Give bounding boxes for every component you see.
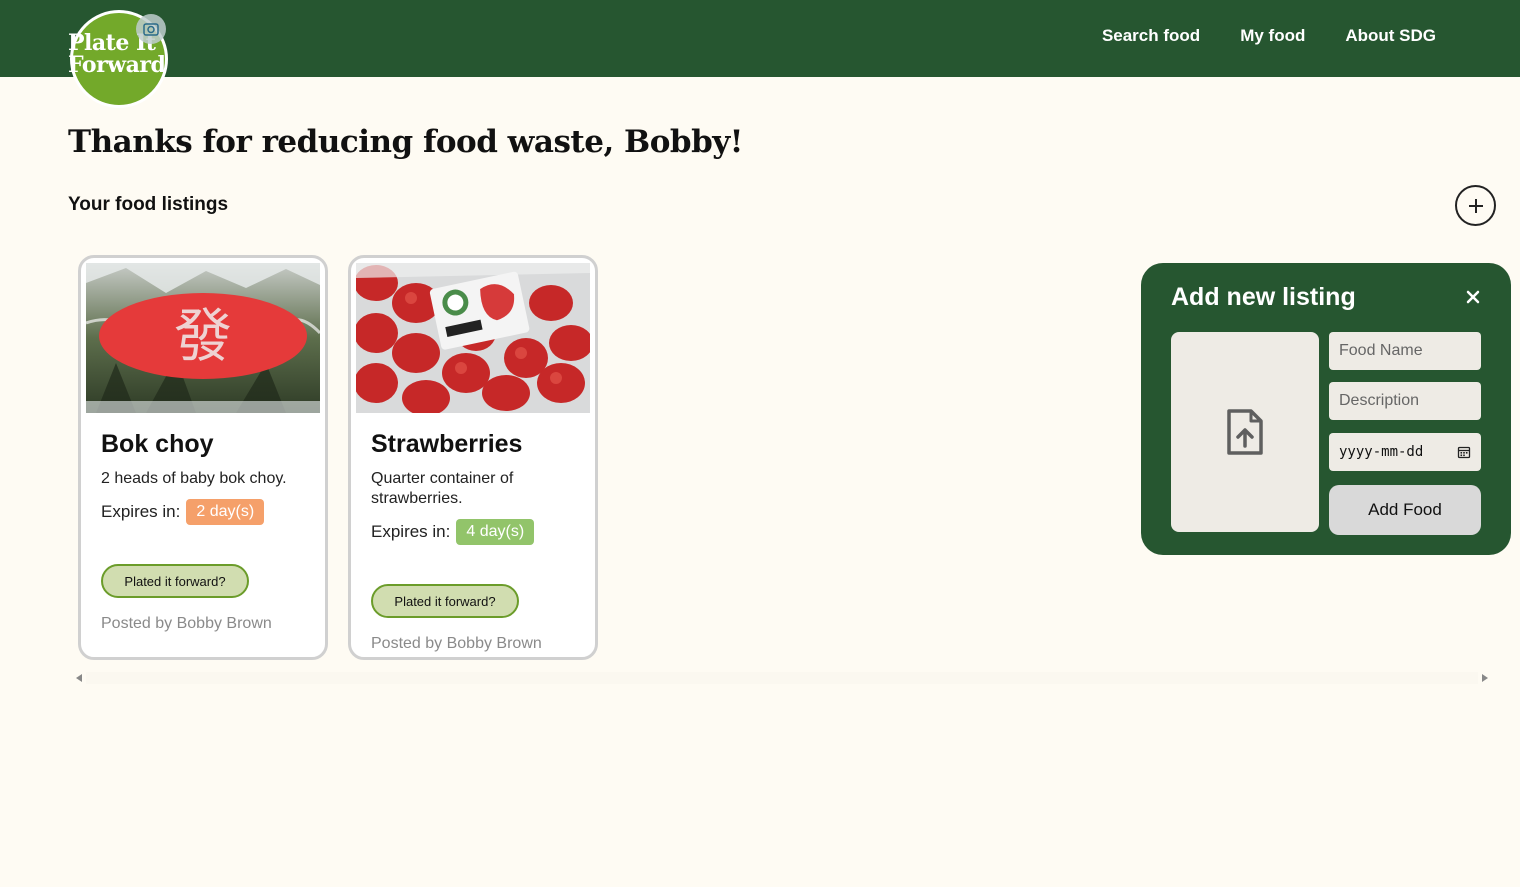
posted-by-text: Posted by Bobby Brown <box>101 615 272 632</box>
listing-title: Bok choy <box>101 430 214 458</box>
add-listing-button[interactable] <box>1455 185 1496 226</box>
scroll-track[interactable] <box>86 672 1478 684</box>
listings-horizontal-scrollbar[interactable] <box>72 671 1492 685</box>
strawberries-photo <box>356 263 590 413</box>
listing-card: Strawberries Quarter container of strawb… <box>348 255 598 660</box>
nav-about-sdg[interactable]: About SDG <box>1345 26 1436 46</box>
listing-title: Strawberries <box>371 430 523 458</box>
expiry-date-input[interactable]: yyyy-mm-dd <box>1329 433 1481 471</box>
plated-it-forward-button[interactable]: Plated it forward? <box>371 584 519 618</box>
file-upload-icon <box>1227 409 1263 455</box>
listing-description: 2 heads of baby bok choy. <box>101 470 287 487</box>
add-food-button[interactable]: Add Food <box>1329 485 1481 535</box>
calendar-icon[interactable] <box>1457 445 1471 459</box>
top-navigation-bar: Search food My food About SDG <box>0 0 1520 77</box>
main-nav: Search food My food About SDG <box>1102 26 1436 46</box>
posted-by-text: Posted by Bobby Brown <box>371 635 542 652</box>
close-icon[interactable] <box>1461 285 1485 309</box>
scroll-right-arrow-icon[interactable] <box>1482 674 1488 682</box>
expiry-badge: 2 day(s) <box>186 499 265 525</box>
expiry-label: Expires in: <box>371 522 451 541</box>
date-placeholder: yyyy-mm-dd <box>1339 444 1424 460</box>
plate-it-forward-logo[interactable]: Plate It Forward <box>68 8 170 108</box>
listing-description: Quarter container of strawberries. <box>371 470 514 507</box>
camera-icon[interactable] <box>136 14 166 44</box>
listing-expiry: Expires in: 4 day(s) <box>371 519 535 545</box>
nav-search-food[interactable]: Search food <box>1102 26 1200 46</box>
plus-icon <box>1468 198 1483 213</box>
description-input[interactable]: Description <box>1329 382 1481 420</box>
logo-line-2: Forward <box>68 52 166 78</box>
panel-title: Add new listing <box>1171 283 1356 311</box>
section-title-food-listings: Your food listings <box>68 194 229 215</box>
scroll-left-arrow-icon[interactable] <box>76 674 82 682</box>
page-title: Thanks for reducing food waste, Bobby! <box>68 124 743 160</box>
plated-it-forward-button[interactable]: Plated it forward? <box>101 564 249 598</box>
image-upload-area[interactable] <box>1171 332 1319 532</box>
add-listing-panel: Add new listing Food Name Description yy… <box>1141 263 1511 555</box>
bok-choy-photo: 發 <box>86 263 320 413</box>
expiry-badge: 4 day(s) <box>456 519 535 545</box>
food-name-input[interactable]: Food Name <box>1329 332 1481 370</box>
nav-my-food[interactable]: My food <box>1240 26 1305 46</box>
expiry-label: Expires in: <box>101 502 181 521</box>
listing-expiry: Expires in: 2 day(s) <box>101 499 265 525</box>
listing-card: 發 Bok choy 2 heads of baby bok choy. Exp… <box>78 255 328 660</box>
svg-text:發: 發 <box>174 302 232 370</box>
